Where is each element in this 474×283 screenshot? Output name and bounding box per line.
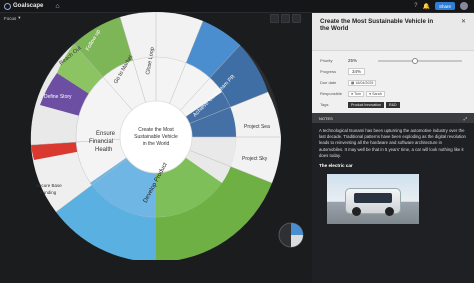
tags-row: Tags Product Innovation R&D [312, 99, 474, 110]
center-title-line1: Create the Most [138, 127, 174, 133]
priority-slider[interactable] [378, 57, 462, 64]
outer-funding: Funding [40, 190, 57, 195]
notes-content[interactable]: A technological tsunami has been upturni… [312, 123, 474, 283]
panel-header: Create the Most Sustainable Vehicle in t… [312, 13, 474, 51]
notification-icon[interactable]: 🔔 [423, 3, 430, 10]
notes-label: NOTES [319, 115, 333, 121]
center-title-line3: in the World [143, 141, 170, 147]
panel-title: Create the Most Sustainable Vehicle in t… [320, 18, 434, 33]
goal-ensure-financial-2: Financial [89, 139, 113, 145]
priority-slider-handle[interactable] [411, 57, 418, 64]
close-icon[interactable]: ✕ [461, 18, 466, 25]
center-title-line2: Sustainable Vehicle [134, 134, 178, 140]
progress-label: Progress [320, 69, 337, 74]
due-date-field[interactable]: ▦ 18/04/2025 [348, 79, 377, 86]
goal-project-sea: Project Sea [244, 124, 270, 130]
share-button[interactable]: Share [434, 2, 455, 10]
responsible-name-1: Tom [354, 91, 361, 96]
expand-icon[interactable]: ⤢ [464, 116, 467, 121]
responsible-chip[interactable]: ● Tom [348, 90, 364, 97]
responsible-row: Responsible ● Tom ● Sarah [312, 88, 474, 99]
goal-detail-panel: Create the Most Sustainable Vehicle in t… [312, 13, 474, 283]
goal-wheel: Create the Most Sustainable Vehicle in t… [30, 11, 304, 260]
progress-row: Progress 34% [312, 66, 474, 77]
notes-header: NOTES ⤢ [312, 113, 474, 123]
due-date-row: Due date ▦ 18/04/2025 [312, 77, 474, 88]
responsible-name-2: Sarah [372, 91, 382, 96]
due-date-label: Due date [320, 80, 337, 85]
priority-row: Priority 25% [312, 55, 474, 66]
progress-field[interactable]: 34% [348, 68, 366, 75]
goal-project-sky: Project Sky [242, 156, 268, 162]
electric-car-image [327, 173, 419, 224]
user-icon: ● [351, 91, 354, 96]
due-date-value: 18/04/2025 [355, 80, 374, 85]
goal-ensure-financial: Ensure [96, 131, 116, 137]
priority-label: Priority [320, 58, 333, 63]
outer-secure-base: Secure Base [36, 183, 62, 188]
responsible-chip[interactable]: ● Sarah [365, 90, 385, 97]
avatar[interactable] [460, 2, 468, 10]
outer-define-story: Define Story [44, 94, 72, 100]
calendar-icon: ▦ [351, 80, 355, 85]
topbar-actions: ? 🔔 Share [414, 2, 468, 10]
responsible-label: Responsible [320, 91, 343, 96]
notes-paragraph: A technological tsunami has been upturni… [319, 128, 466, 158]
tags-label: Tags [320, 102, 329, 107]
tag-chip[interactable]: R&D [385, 101, 400, 108]
priority-value: 25% [348, 58, 358, 63]
tag-chip[interactable]: Product Innovation [348, 101, 384, 108]
user-icon: ● [368, 91, 372, 96]
notes-heading: The electric car [319, 163, 353, 169]
help-icon[interactable]: ? [414, 3, 417, 9]
mini-wheel[interactable] [278, 222, 304, 248]
goal-ensure-financial-3: Health [95, 147, 112, 153]
